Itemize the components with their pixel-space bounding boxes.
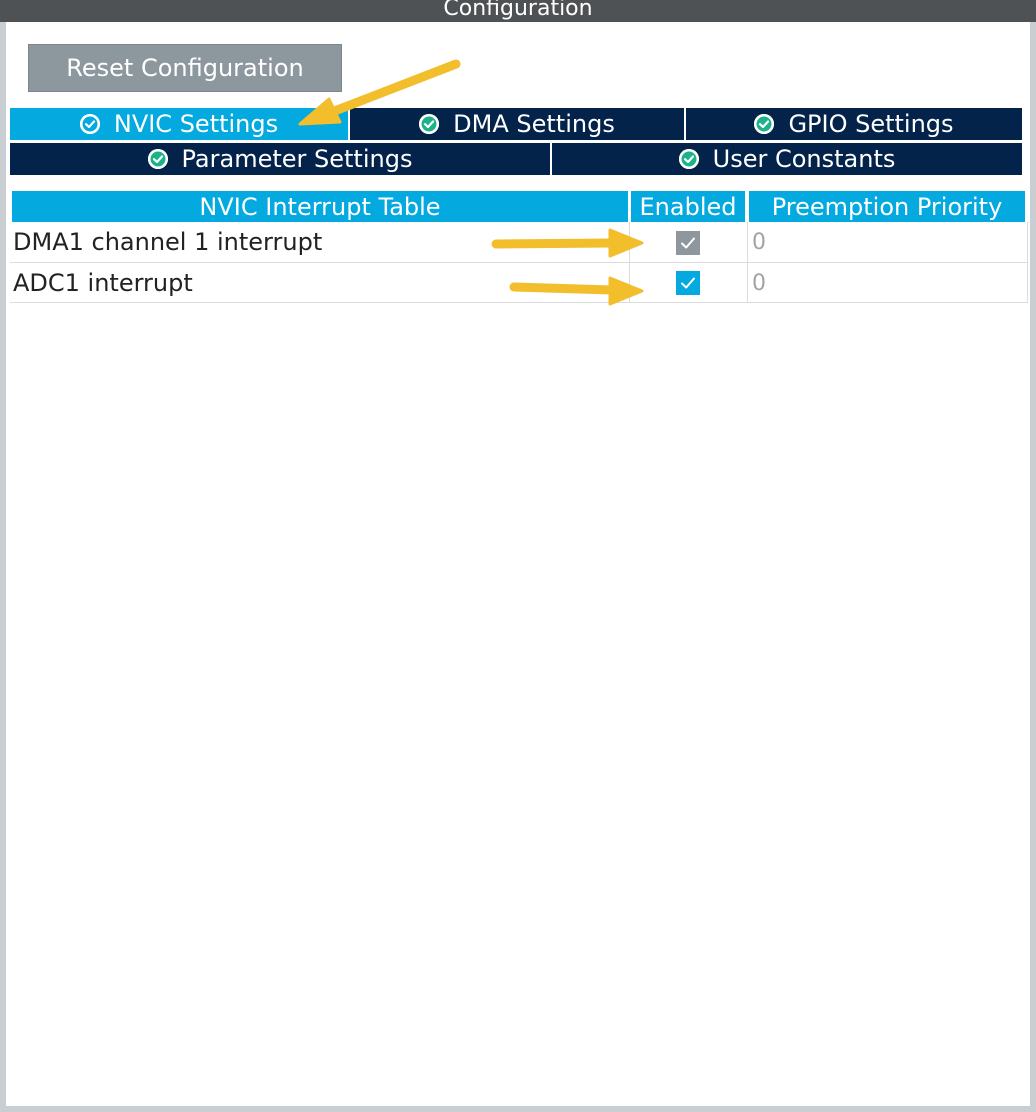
checkmark-icon [681, 277, 695, 289]
check-circle-icon [678, 149, 699, 169]
tab-parameter-settings[interactable]: Parameter Settings [10, 143, 552, 175]
tab-label: User Constants [712, 145, 896, 173]
tab-user-constants[interactable]: User Constants [552, 143, 1022, 175]
interrupt-name: DMA1 channel 1 interrupt [13, 228, 323, 256]
tab-dma-settings[interactable]: DMA Settings [350, 108, 686, 140]
tab-gpio-settings[interactable]: GPIO Settings [686, 108, 1022, 140]
check-circle-icon [79, 114, 100, 134]
preemption-priority-value[interactable]: 0 [752, 263, 766, 303]
tab-nvic-settings[interactable]: NVIC Settings [10, 108, 350, 140]
tab-label: NVIC Settings [113, 110, 279, 138]
check-circle-icon [419, 114, 440, 134]
checkmark-icon [681, 237, 695, 249]
window-title: Configuration [0, 0, 1036, 22]
reset-configuration-button[interactable]: Reset Configuration [28, 44, 342, 92]
column-header-preemption-priority[interactable]: Preemption Priority [749, 191, 1025, 222]
column-header-interrupt[interactable]: NVIC Interrupt Table [12, 191, 628, 222]
check-circle-icon [147, 149, 168, 169]
check-circle-icon [754, 114, 775, 134]
tab-label: DMA Settings [453, 110, 615, 138]
tab-label: Parameter Settings [181, 145, 413, 173]
preemption-priority-value[interactable]: 0 [752, 222, 766, 262]
column-header-enabled[interactable]: Enabled [631, 191, 745, 222]
interrupt-name: ADC1 interrupt [13, 269, 193, 297]
enabled-checkbox[interactable] [676, 271, 700, 295]
enabled-checkbox[interactable] [676, 231, 700, 255]
tab-label: GPIO Settings [788, 110, 954, 138]
configuration-panel [6, 22, 1030, 1106]
